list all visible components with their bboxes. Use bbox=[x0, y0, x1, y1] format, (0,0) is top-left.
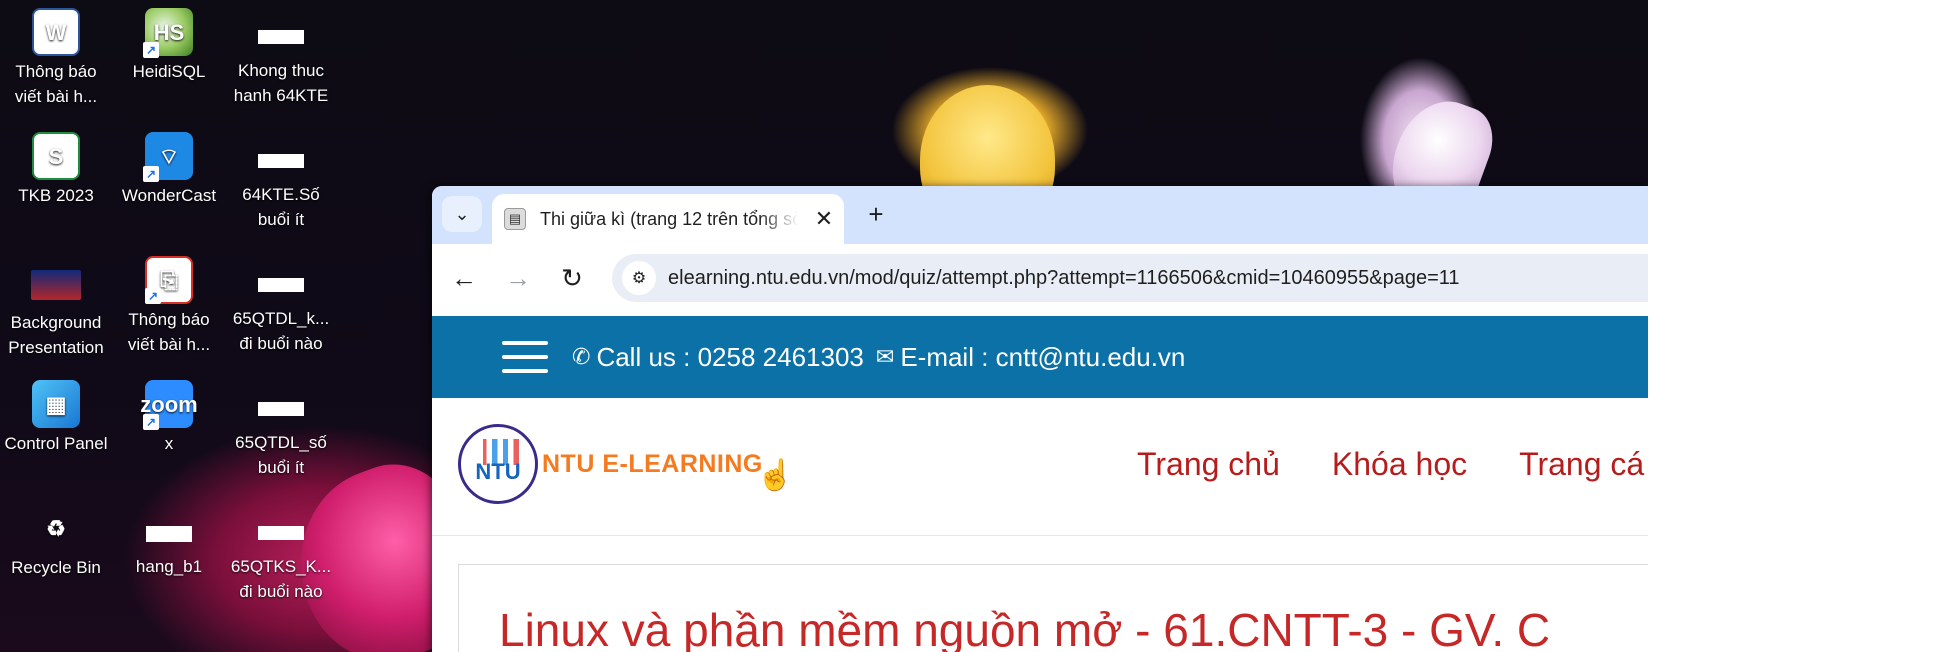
desktop-icon-label: 65QTKS_K... đi buổi nào bbox=[230, 557, 332, 601]
desktop-icon-label: 65QTDL_k... đi buổi nào bbox=[232, 309, 330, 353]
quiz-favicon-icon: ▤ bbox=[504, 208, 526, 230]
heidisql-icon: HS ↗ bbox=[143, 8, 193, 58]
desktop-icon-partial[interactable] bbox=[0, 620, 112, 652]
desktop-icon-label: Recycle Bin bbox=[11, 558, 101, 577]
url-text: elearning.ntu.edu.vn/mod/quiz/attempt.ph… bbox=[668, 266, 1460, 289]
desktop-icon-label: HeidiSQL bbox=[132, 62, 206, 81]
blank-file-icon bbox=[258, 278, 304, 292]
course-title: Linux và phần mềm nguồn mở - 61.CNTT-3 -… bbox=[499, 604, 1551, 652]
zoom-badge: zoom bbox=[140, 391, 198, 417]
tab-active[interactable]: ▤ Thi giữa kì (trang 12 trên tổng số ✕ bbox=[492, 194, 844, 244]
desktop-icon-label: hang_b1 bbox=[135, 557, 203, 576]
tab-title: Thi giữa kì (trang 12 trên tổng số bbox=[540, 208, 798, 229]
site-logo[interactable]: NTU NTU E-LEARNING ☝ bbox=[458, 424, 794, 504]
chevron-down-icon: ⌄ bbox=[454, 203, 470, 224]
desktop-icon-65qtdl-so[interactable]: 65QTDL_số buổi ít bbox=[225, 380, 337, 480]
arrow-right-icon: → bbox=[505, 262, 531, 293]
desktop-icon-pdf-notice[interactable]: ⎘ ↗ Thông báo viết bài h... bbox=[113, 256, 225, 357]
site-info-button[interactable]: ⚙ bbox=[622, 261, 656, 295]
blank-file-icon bbox=[258, 402, 304, 416]
blank-file-icon bbox=[258, 30, 304, 44]
address-bar[interactable]: ⚙ elearning.ntu.edu.vn/mod/quiz/attempt.… bbox=[612, 254, 1648, 302]
desktop-icon-word-notice[interactable]: W Thông báo viết bài h... bbox=[0, 8, 112, 109]
plus-icon: + bbox=[868, 198, 884, 229]
desktop-icon-background-presentation[interactable]: Background Presentation bbox=[0, 256, 112, 360]
heidisql-badge: HS bbox=[153, 19, 185, 45]
email-contact[interactable]: ✉ E-mail : cntt@ntu.edu.vn bbox=[876, 342, 1186, 373]
browser-toolbar: ← → ↻ ⚙ elearning.ntu.edu.vn/mod/quiz/at… bbox=[432, 244, 1648, 312]
shortcut-arrow-icon: ↗ bbox=[143, 42, 159, 58]
back-button[interactable]: ← bbox=[444, 258, 484, 298]
desktop-icon-label: 64KTE.Số buổi ít bbox=[242, 185, 320, 229]
desktop-icon-heidisql[interactable]: HS ↗ HeidiSQL bbox=[113, 8, 225, 84]
menu-item-courses[interactable]: Khóa học bbox=[1332, 446, 1467, 483]
arrow-left-icon: ← bbox=[451, 262, 477, 293]
blank-file-icon bbox=[258, 526, 304, 540]
desktop-icon-wondercast[interactable]: ⌔ ↗ WonderCast bbox=[113, 132, 225, 208]
desktop-icon-65qtks-k[interactable]: 65QTKS_K... đi buổi nào bbox=[225, 504, 337, 604]
desktop-icon-65qtdl-k[interactable]: 65QTDL_k... đi buổi nào bbox=[225, 256, 337, 356]
desktop-icon-hang-b1[interactable]: hang_b1 bbox=[113, 504, 225, 579]
desktop-icon-label: Thông báo viết bài h... bbox=[127, 310, 211, 354]
spreadsheet-icon: S bbox=[32, 132, 80, 180]
ntu-emblem-icon: NTU bbox=[458, 424, 538, 504]
desktop-icon-label: WonderCast bbox=[121, 186, 217, 205]
site-navbar: NTU NTU E-LEARNING ☝ Trang chủ Khóa học … bbox=[432, 398, 1648, 536]
shortcut-arrow-icon: ↗ bbox=[143, 414, 159, 430]
blank-file-icon bbox=[258, 154, 304, 168]
menu-item-home[interactable]: Trang chủ bbox=[1137, 446, 1280, 483]
pointer-hand-icon: ☝ bbox=[756, 458, 795, 492]
desktop-icon-64kte[interactable]: 64KTE.Số buổi ít bbox=[225, 132, 337, 232]
shortcut-arrow-icon: ↗ bbox=[145, 288, 161, 304]
tune-icon: ⚙ bbox=[631, 270, 647, 287]
screen: W Thông báo viết bài h... S TKB 2023 Bac… bbox=[0, 0, 1648, 652]
desktop-icon-zoom[interactable]: zoom ↗ x bbox=[113, 380, 225, 456]
new-tab-button[interactable]: + bbox=[856, 196, 896, 232]
tab-strip: ⌄ ▤ Thi giữa kì (trang 12 trên tổng số ✕… bbox=[432, 186, 1648, 244]
desktop-icon-recycle-bin[interactable]: ♻ Recycle Bin bbox=[0, 504, 112, 580]
logo-text: NTU E-LEARNING bbox=[542, 449, 763, 478]
main-menu: Trang chủ Khóa học Trang cá bbox=[1137, 446, 1648, 483]
emblem-text: NTU bbox=[475, 459, 521, 484]
recycle-bin-icon: ♻ bbox=[46, 515, 66, 541]
control-panel-icon: ▦ bbox=[32, 380, 80, 428]
site-top-bar: ✆ Call us : 0258 2461303 ✉ E-mail : cntt… bbox=[432, 316, 1648, 398]
desktop-icon-label: Control Panel bbox=[4, 434, 108, 453]
hamburger-menu-icon[interactable] bbox=[502, 341, 548, 373]
reload-button[interactable]: ↻ bbox=[552, 258, 592, 298]
menu-item-profile[interactable]: Trang cá bbox=[1519, 446, 1644, 483]
shortcut-arrow-icon: ↗ bbox=[143, 166, 159, 182]
presentation-image-icon bbox=[31, 270, 81, 300]
reload-icon: ↻ bbox=[561, 262, 583, 293]
course-header-card: Linux và phần mềm nguồn mở - 61.CNTT-3 -… bbox=[458, 564, 1648, 652]
desktop-icon-label: TKB 2023 bbox=[18, 186, 94, 205]
pdf-icon: ⎘ ↗ bbox=[145, 256, 193, 304]
browser-window: ⌄ ▤ Thi giữa kì (trang 12 trên tổng số ✕… bbox=[432, 186, 1648, 652]
desktop-icon-tkb-2023[interactable]: S TKB 2023 bbox=[0, 132, 112, 208]
email-text: E-mail : cntt@ntu.edu.vn bbox=[900, 341, 1186, 372]
wondercast-icon: ⌔ ↗ bbox=[143, 132, 193, 182]
desktop-icon-control-panel[interactable]: ▦ Control Panel bbox=[0, 380, 112, 456]
word-doc-icon: W bbox=[32, 8, 80, 56]
desktop-icon-label: Thông báo viết bài h... bbox=[14, 62, 98, 106]
desktop-icon-label: x bbox=[164, 434, 174, 453]
desktop-icon-label: Khong thuc hanh 64KTE bbox=[233, 61, 329, 105]
envelope-icon: ✉ bbox=[875, 344, 895, 369]
phone-contact: ✆ Call us : 0258 2461303 bbox=[572, 342, 864, 373]
tab-search-button[interactable]: ⌄ bbox=[442, 196, 482, 232]
zoom-icon: zoom ↗ bbox=[140, 380, 198, 430]
phone-icon: ✆ bbox=[572, 344, 591, 369]
desktop-icon-khong-thuc-hanh[interactable]: Khong thuc hanh 64KTE bbox=[225, 8, 337, 108]
close-tab-icon[interactable]: ✕ bbox=[812, 206, 836, 232]
image-file-icon bbox=[146, 526, 192, 542]
phone-text: Call us : 0258 2461303 bbox=[596, 341, 864, 372]
forward-button[interactable]: → bbox=[498, 258, 538, 298]
desktop-icon-label: Background Presentation bbox=[8, 313, 104, 357]
desktop-icon-label: 65QTDL_số buổi ít bbox=[235, 433, 327, 477]
